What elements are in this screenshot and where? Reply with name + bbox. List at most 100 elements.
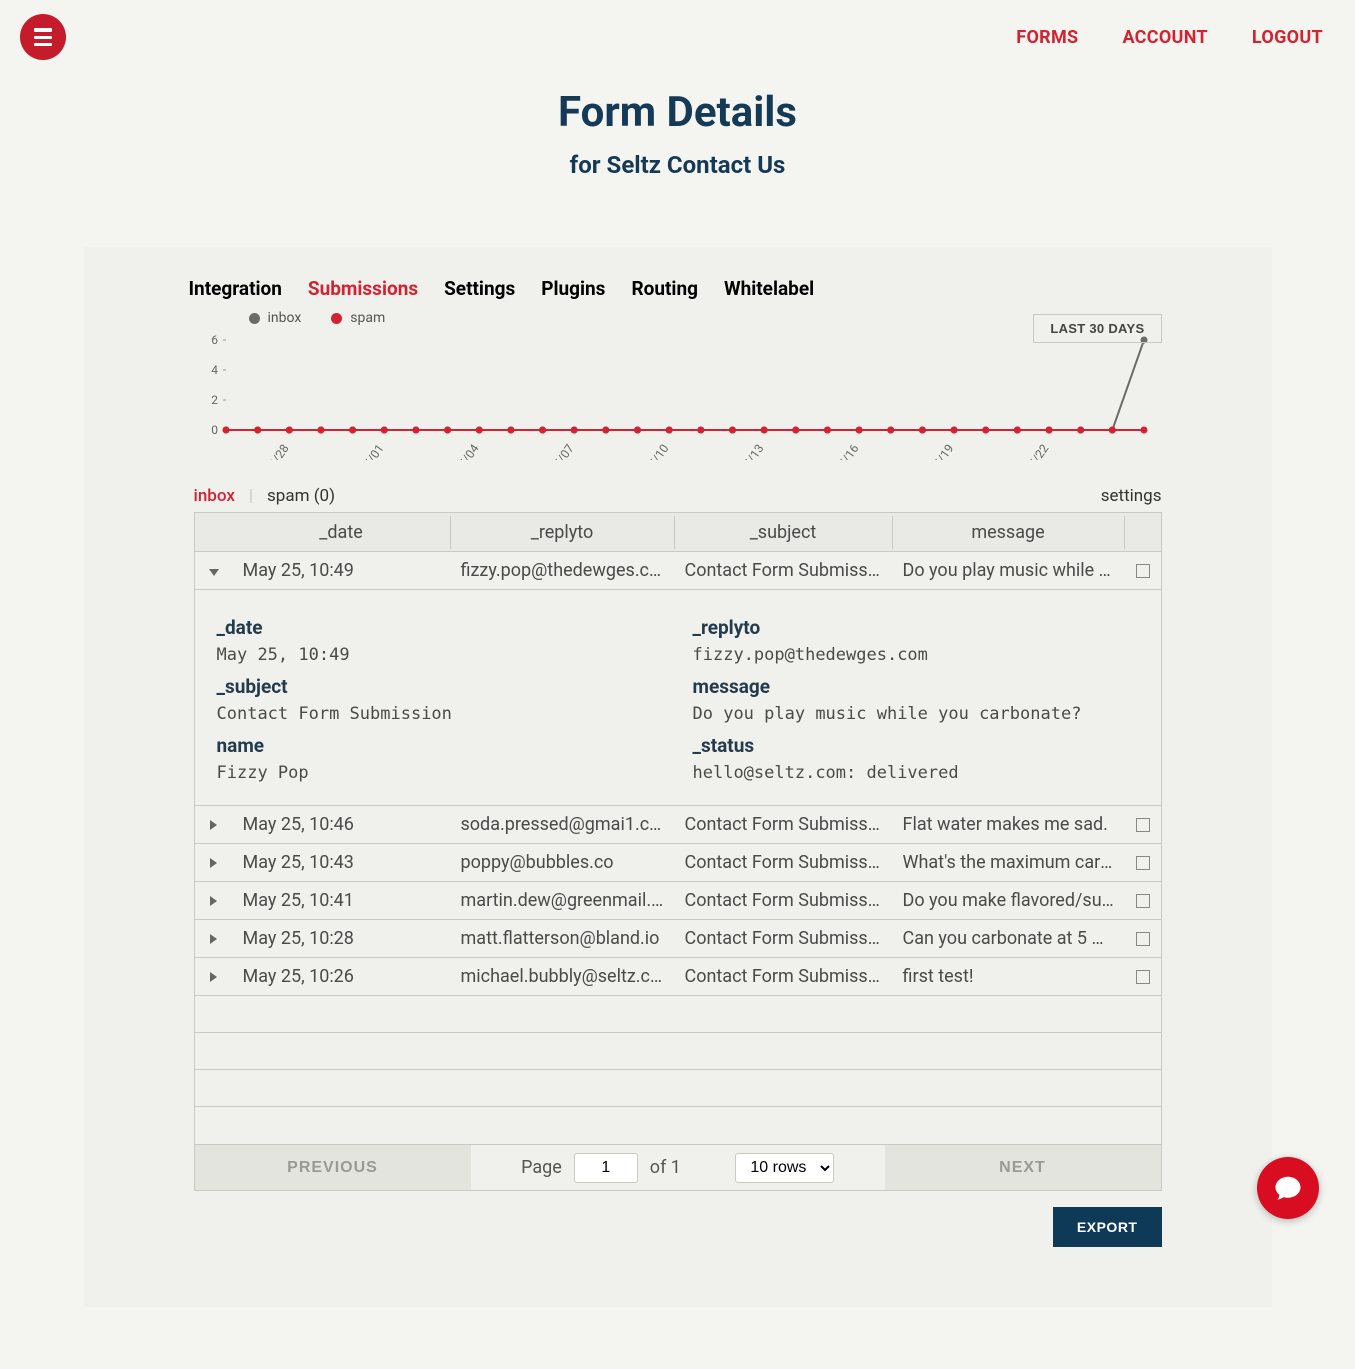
- chart-legend: inbox spam: [249, 310, 1162, 326]
- nav-logout[interactable]: LOGOUT: [1252, 27, 1323, 48]
- cell-date: May 25, 10:41: [233, 884, 451, 917]
- detail-label-name: name: [217, 734, 663, 757]
- svg-text:04/28: 04/28: [261, 441, 291, 460]
- col-replyto[interactable]: _replyto: [451, 516, 675, 549]
- empty-row: [195, 1107, 1161, 1144]
- cell-subject: Contact Form Submission: [675, 960, 893, 993]
- table-row[interactable]: May 25, 10:43poppy@bubbles.coContact For…: [195, 844, 1161, 882]
- nav-account[interactable]: ACCOUNT: [1122, 27, 1207, 48]
- table-row[interactable]: May 25, 10:26michael.bubbly@seltz.comCon…: [195, 958, 1161, 996]
- table-header-row: _date _replyto _subject message: [195, 513, 1161, 552]
- cell-date: May 25, 10:49: [233, 554, 451, 587]
- svg-text:05/13: 05/13: [736, 442, 766, 460]
- col-date[interactable]: _date: [233, 516, 451, 549]
- pager-of-label: of 1: [650, 1157, 681, 1178]
- cell-date: May 25, 10:43: [233, 846, 451, 879]
- empty-row: [195, 996, 1161, 1033]
- table-row[interactable]: May 25, 10:41martin.dew@greenmail.co...C…: [195, 882, 1161, 920]
- filter-divider: |: [247, 486, 255, 506]
- tab-settings[interactable]: Settings: [444, 277, 515, 300]
- cell-replyto: michael.bubbly@seltz.com: [451, 960, 675, 993]
- pager: PREVIOUS Page of 1 10 rows NEXT: [194, 1145, 1162, 1191]
- detail-label-message: message: [693, 675, 1139, 698]
- svg-text:05/04: 05/04: [451, 441, 481, 460]
- row-expand-toggle[interactable]: [195, 554, 233, 587]
- chat-icon: [1273, 1173, 1303, 1203]
- row-expand-toggle[interactable]: [195, 960, 233, 993]
- detail-label-subject: _subject: [217, 675, 663, 698]
- tab-bar: Integration Submissions Settings Plugins…: [189, 277, 1162, 300]
- table-settings-link[interactable]: settings: [1101, 486, 1162, 506]
- cell-message: Flat water makes me sad.: [893, 808, 1125, 841]
- export-button[interactable]: EXPORT: [1053, 1207, 1162, 1247]
- row-checkbox[interactable]: [1136, 564, 1150, 578]
- legend-dot-inbox: [249, 313, 260, 324]
- submissions-chart: 024604/2805/0105/0405/0705/1005/1305/160…: [194, 330, 1154, 460]
- row-checkbox[interactable]: [1136, 894, 1150, 908]
- table-row[interactable]: May 25, 10:28matt.flatterson@bland.ioCon…: [195, 920, 1161, 958]
- tab-plugins[interactable]: Plugins: [541, 277, 605, 300]
- cell-replyto: soda.pressed@gmai1.com: [451, 808, 675, 841]
- cell-date: May 25, 10:26: [233, 960, 451, 993]
- detail-label-date: _date: [217, 616, 663, 639]
- row-checkbox[interactable]: [1136, 856, 1150, 870]
- row-checkbox[interactable]: [1136, 970, 1150, 984]
- tab-routing[interactable]: Routing: [631, 277, 698, 300]
- legend-label-inbox: inbox: [268, 310, 302, 326]
- page-subtitle: for Seltz Contact Us: [0, 151, 1355, 179]
- pager-next-button[interactable]: NEXT: [885, 1145, 1161, 1190]
- table-row[interactable]: May 25, 10:49fizzy.pop@thedewges.comCont…: [195, 552, 1161, 590]
- chevron-down-icon: [209, 569, 219, 576]
- empty-row: [195, 1033, 1161, 1070]
- cell-subject: Contact Form Submission: [675, 808, 893, 841]
- table-row[interactable]: May 25, 10:46soda.pressed@gmai1.comConta…: [195, 806, 1161, 844]
- chat-fab[interactable]: [1257, 1157, 1319, 1219]
- cell-replyto: poppy@bubbles.co: [451, 846, 675, 879]
- tab-submissions[interactable]: Submissions: [308, 277, 418, 300]
- svg-text:05/01: 05/01: [356, 442, 386, 460]
- detail-value-replyto: fizzy.pop@thedewges.com: [693, 645, 1139, 665]
- page-title: Form Details: [0, 88, 1355, 137]
- tab-whitelabel[interactable]: Whitelabel: [724, 277, 814, 300]
- row-expand-toggle[interactable]: [195, 808, 233, 841]
- row-detail-panel: _date May 25, 10:49 _subject Contact Form S…: [195, 590, 1161, 806]
- svg-text:6: 6: [211, 333, 218, 347]
- svg-text:0: 0: [211, 423, 218, 437]
- detail-value-subject: Contact Form Submission: [217, 704, 663, 724]
- top-nav: FORMS ACCOUNT LOGOUT: [1016, 27, 1323, 48]
- detail-value-date: May 25, 10:49: [217, 645, 663, 665]
- row-checkbox[interactable]: [1136, 932, 1150, 946]
- cell-message: Do you play music while y...: [893, 554, 1125, 587]
- row-expand-toggle[interactable]: [195, 922, 233, 955]
- filter-inbox[interactable]: inbox: [194, 486, 247, 506]
- col-subject[interactable]: _subject: [675, 516, 893, 549]
- svg-text:05/16: 05/16: [831, 441, 861, 460]
- row-checkbox[interactable]: [1136, 818, 1150, 832]
- chevron-right-icon: [210, 896, 217, 906]
- svg-text:05/19: 05/19: [926, 442, 956, 460]
- cell-message: What's the maximum carb...: [893, 846, 1125, 879]
- svg-text:2: 2: [211, 393, 218, 407]
- app-logo[interactable]: [20, 14, 66, 60]
- chart-range-button[interactable]: LAST 30 DAYS: [1033, 314, 1161, 343]
- col-message[interactable]: message: [893, 516, 1125, 549]
- pager-page-input[interactable]: [574, 1153, 638, 1183]
- row-expand-toggle[interactable]: [195, 846, 233, 879]
- detail-value-name: Fizzy Pop: [217, 763, 663, 783]
- svg-text:4: 4: [211, 363, 218, 377]
- row-expand-toggle[interactable]: [195, 884, 233, 917]
- form-card: Integration Submissions Settings Plugins…: [84, 247, 1272, 1307]
- svg-text:05/22: 05/22: [1021, 441, 1051, 460]
- chart-area: LAST 30 DAYS inbox spam 0 2 4 6 04/28 05/01 05…: [194, 310, 1162, 460]
- detail-label-replyto: _replyto: [693, 616, 1139, 639]
- cell-date: May 25, 10:46: [233, 808, 451, 841]
- cell-subject: Contact Form Submission: [675, 846, 893, 879]
- cell-message: Can you carbonate at 5 PSI?: [893, 922, 1125, 955]
- nav-forms[interactable]: FORMS: [1016, 27, 1078, 48]
- tab-integration[interactable]: Integration: [189, 277, 282, 300]
- pager-prev-button[interactable]: PREVIOUS: [195, 1145, 471, 1190]
- legend-dot-spam: [331, 313, 342, 324]
- pager-rows-select[interactable]: 10 rows: [735, 1153, 834, 1183]
- cell-message: first test!: [893, 960, 1125, 993]
- filter-spam[interactable]: spam (0): [255, 486, 335, 506]
